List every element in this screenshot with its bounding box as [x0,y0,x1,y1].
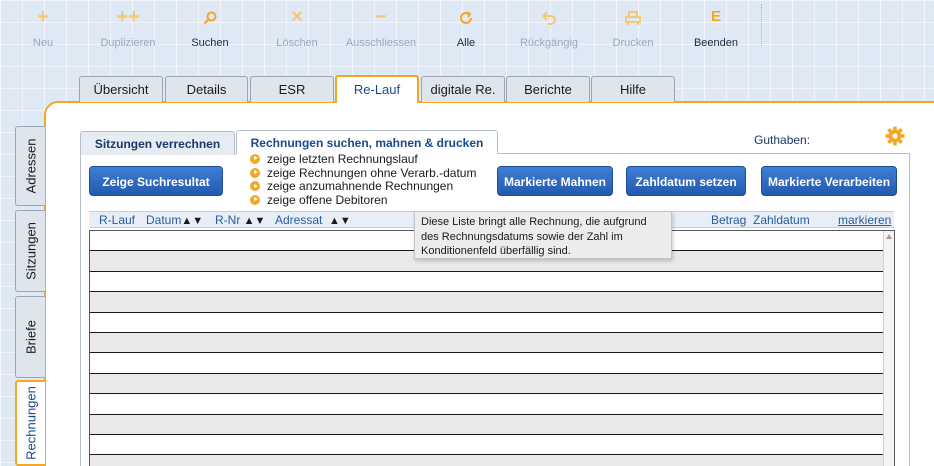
col-betrag[interactable]: Betrag [711,213,746,227]
tab-digitale-re[interactable]: digitale Re. [421,76,505,102]
play-bullet-icon [250,194,260,205]
side-tab-rechnungen[interactable]: Rechnungen [15,380,45,466]
exit-icon: E [710,8,721,25]
option-last-run[interactable]: zeige letzten Rechnungslauf [250,152,476,167]
plus-icon: + [37,6,49,28]
guthaben-label: Guthaben: [754,133,811,147]
delete-button[interactable]: × Löschen [254,4,340,49]
side-tab-briefe[interactable]: Briefe [15,296,45,378]
side-tab-sitzungen[interactable]: Sitzungen [15,210,45,292]
exclude-button[interactable]: − Ausschliessen [338,4,424,49]
col-zahldatum[interactable]: Zahldatum [753,213,810,227]
option-open-debtors[interactable]: zeige offene Debitoren [250,193,476,208]
tab-sitzungen-verrechnen[interactable]: Sitzungen verrechnen [80,131,235,155]
toolbar-separator [761,4,762,46]
mark-reminder-button[interactable]: Markierte Mahnen [497,166,613,196]
table-row[interactable] [90,292,884,313]
list-scrollbar[interactable] [883,231,894,466]
toolbar: + Neu ++ Duplizieren Suchen × Löschen − … [0,0,760,60]
play-bullet-icon [250,153,260,164]
search-icon [167,4,253,30]
tab-berichte[interactable]: Berichte [506,76,590,102]
search-button[interactable]: Suchen [167,4,253,49]
tab-esr[interactable]: ESR [250,76,334,102]
tab-uebersicht[interactable]: Übersicht [79,76,163,102]
search-options: zeige letzten Rechnungslauf zeige Rechnu… [250,152,476,208]
gear-icon[interactable] [884,125,906,152]
col-datum[interactable]: Datum▲▼ [146,213,203,227]
table-row[interactable] [90,272,884,293]
table-row[interactable] [90,394,884,415]
table-row[interactable] [90,455,884,466]
duplicate-button[interactable]: ++ Duplizieren [85,4,171,49]
invoice-list[interactable] [89,230,895,466]
undo-icon [506,4,592,30]
sort-arrows-icon[interactable]: ▲▼ [244,215,266,227]
tab-rechnungen-suchen[interactable]: Rechnungen suchen, mahnen & drucken [236,130,498,154]
all-button[interactable]: Alle [423,4,509,49]
side-tab-adressen[interactable]: Adressen [15,126,45,206]
close-icon: × [291,6,303,28]
print-button[interactable]: Drucken [590,4,676,49]
table-row[interactable] [90,333,884,354]
table-row[interactable] [90,373,884,395]
table-row[interactable] [90,414,884,435]
refresh-icon [423,4,509,30]
sort-arrows-icon[interactable]: ▲▼ [329,215,351,227]
option-no-process-date[interactable]: zeige Rechnungen ohne Verarb.-datum [250,166,476,181]
tab-re-lauf[interactable]: Re-Lauf [335,75,419,103]
exit-button[interactable]: E Beenden [673,4,759,49]
option-due-reminders[interactable]: zeige anzumahnende Rechnungen [250,180,476,194]
mark-process-button[interactable]: Markierte Verarbeiten [761,166,897,196]
tooltip: Diese Liste bringt alle Rechnung, die au… [414,211,672,259]
sort-arrows-icon[interactable]: ▲▼ [181,215,203,227]
scroll-up-icon[interactable] [886,234,892,239]
printer-icon [590,4,676,30]
table-row[interactable] [90,435,884,456]
undo-button[interactable]: Rückgängig [506,4,592,49]
new-button[interactable]: + Neu [0,4,86,49]
tab-hilfe[interactable]: Hilfe [591,76,675,102]
tab-details[interactable]: Details [165,76,248,102]
double-plus-icon: ++ [116,6,140,28]
table-row[interactable] [90,313,884,333]
col-rnr[interactable]: R-Nr ▲▼ [215,213,265,227]
col-adressat[interactable]: Adressat ▲▼ [275,213,351,227]
col-rlauf[interactable]: R-Lauf [99,213,135,227]
minus-icon: − [375,6,387,28]
show-results-button[interactable]: Zeige Suchresultat [89,166,223,196]
table-row[interactable] [90,353,884,374]
set-payment-date-button[interactable]: Zahldatum setzen [626,166,746,196]
mark-all-link[interactable]: markieren [838,213,891,227]
play-bullet-icon [250,181,260,192]
play-bullet-icon [250,167,260,178]
